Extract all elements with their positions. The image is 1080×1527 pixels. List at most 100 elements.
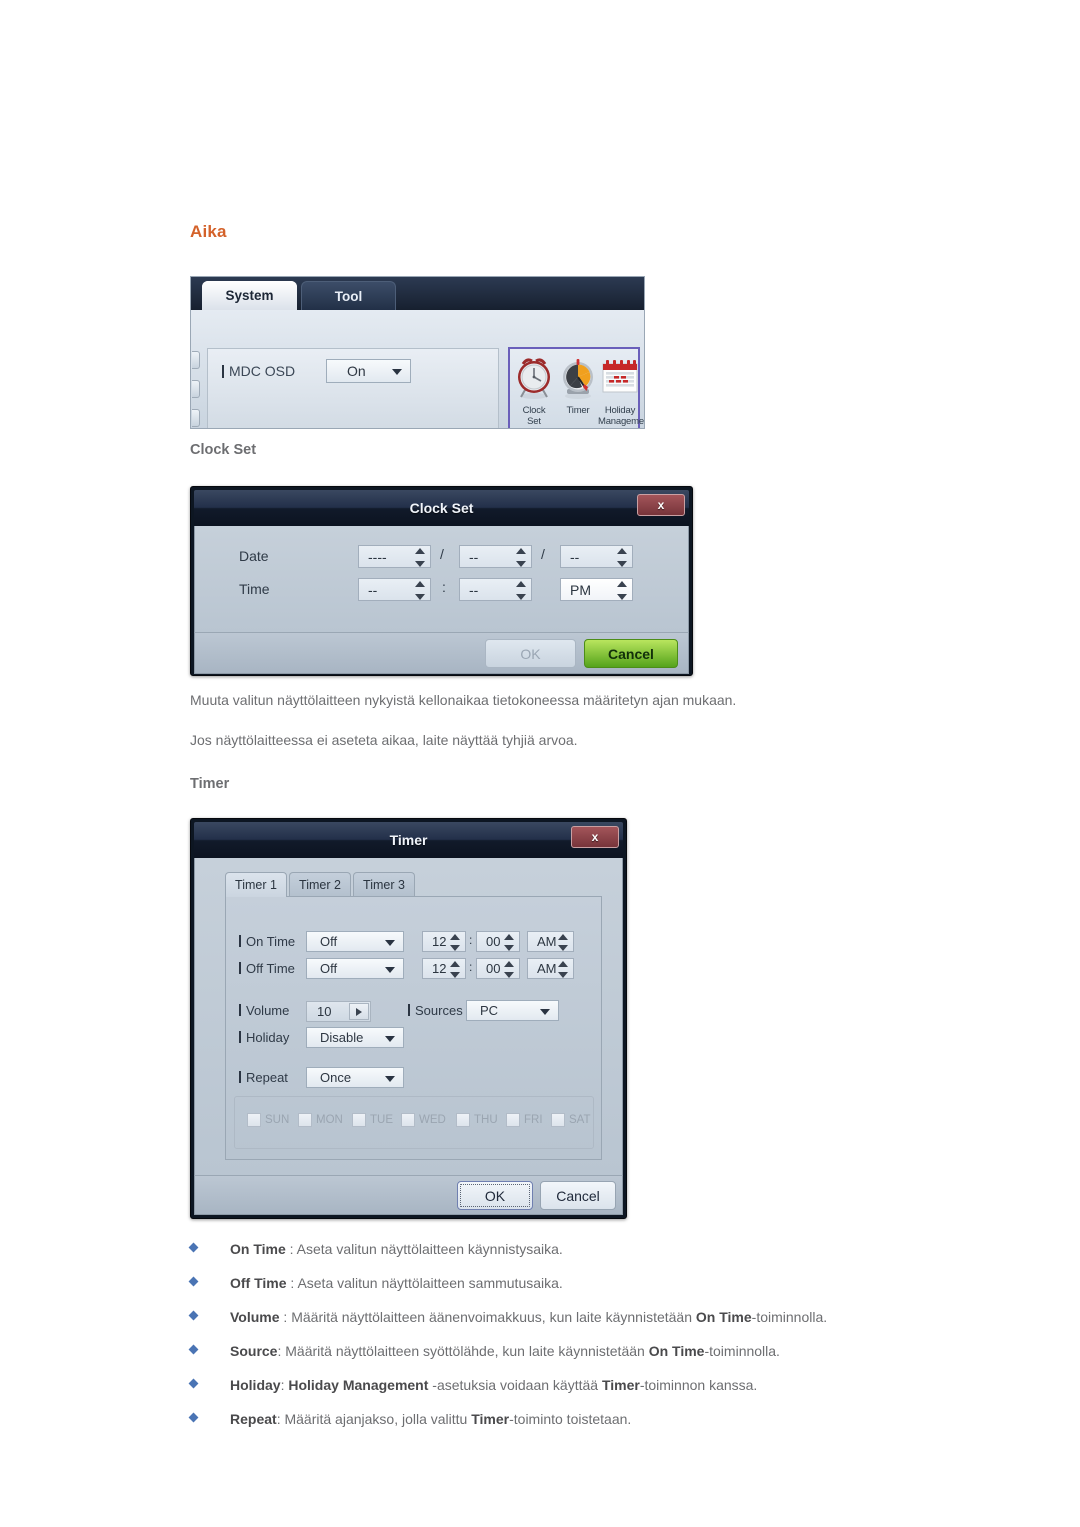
volume-value: 10 [317,1004,332,1019]
repeat-select[interactable]: Once [306,1067,404,1088]
close-icon[interactable]: x [637,494,685,516]
page-title: Aika [190,222,227,241]
on-time-label: On Time [239,934,295,949]
spinner-arrows-icon[interactable] [415,548,426,567]
sources-select[interactable]: PC [466,1000,559,1021]
spinner-arrows-icon[interactable] [504,934,515,951]
bullet-term: Off Time [230,1275,287,1291]
day-checkbox-sun[interactable]: SUN [247,1113,289,1127]
spinner-arrows-icon[interactable] [450,934,461,951]
chevron-down-icon [540,1008,550,1015]
off-time-mode-select[interactable]: Off [306,958,404,979]
clock-set-footer: OK Cancel [194,632,689,674]
time-minute-spinner[interactable]: -- [459,578,532,601]
on-time-minute-spinner[interactable]: 00 [476,931,520,952]
day-checkbox-fri[interactable]: FRI [506,1113,543,1127]
checkbox-icon[interactable] [298,1113,312,1127]
spinner-arrows-icon[interactable] [558,934,569,951]
clock-set-body: Date ---- / -- / -- Time -- : -- PM [194,526,689,632]
checkbox-icon[interactable] [456,1113,470,1127]
spinner-arrows-icon[interactable] [617,548,628,567]
bullet-sep: : [286,1275,298,1291]
close-icon[interactable]: x [571,826,619,848]
spinner-arrows-icon[interactable] [504,961,515,978]
holiday-management-icon [598,353,642,405]
on-time-separator: : [469,933,473,947]
checkbox-icon[interactable] [247,1113,261,1127]
volume-stepper[interactable]: 10 [306,1001,371,1022]
side-tab-stub-3[interactable] [192,409,200,427]
spinner-arrows-icon[interactable] [617,581,628,600]
checkbox-icon[interactable] [551,1113,565,1127]
timer-cancel-button[interactable]: Cancel [540,1181,616,1210]
checkbox-icon[interactable] [506,1113,520,1127]
tab-timer-2[interactable]: Timer 2 [289,872,351,897]
clock-set-title-text: Clock Set [409,500,474,516]
clock-set-button[interactable]: Clock Set [512,353,556,427]
on-time-mode-select[interactable]: Off [306,931,404,952]
timer-tab-pane: On Time Off 12 : 00 AM Off Time Off 12:… [225,896,602,1160]
repeat-days-group: SUN MON TUE WED THU FRI SAT [234,1096,594,1149]
off-time-meridiem-spinner[interactable]: AM [527,958,574,979]
timer-ok-button[interactable]: OK [457,1181,533,1210]
bullet-icon [188,1378,199,1389]
list-item: Source: Määritä näyttölaitteen syöttöläh… [188,1334,1010,1368]
time-meridiem-spinner[interactable]: PM [560,578,633,601]
spinner-arrows-icon[interactable] [415,581,426,600]
clock-set-cancel-button[interactable]: Cancel [584,639,678,668]
date-day-spinner[interactable]: -- [560,545,633,568]
repeat-value: Once [320,1070,352,1085]
day-checkbox-tue[interactable]: TUE [352,1113,393,1127]
spinner-arrows-icon[interactable] [516,581,527,600]
date-month-spinner[interactable]: -- [459,545,532,568]
heading-clock-set: Clock Set [190,442,257,458]
tab-timer-3[interactable]: Timer 3 [353,872,415,897]
off-time-minute-spinner[interactable]: 00 [476,958,520,979]
mdc-osd-label-text: MDC OSD [229,363,296,379]
tab-system[interactable]: System [202,281,297,310]
spinner-arrows-icon[interactable] [450,961,461,978]
list-item: Volume : Määritä näyttölaitteen äänenvoi… [188,1300,1010,1334]
side-tab-stub-2[interactable] [192,380,200,398]
label-tick-icon [408,1004,410,1016]
day-checkbox-thu[interactable]: THU [456,1113,498,1127]
date-year-value: ---- [368,548,387,565]
tab-timer-1[interactable]: Timer 1 [225,872,287,897]
checkbox-icon[interactable] [352,1113,366,1127]
day-checkbox-sat[interactable]: SAT [551,1113,591,1127]
on-time-hour-spinner[interactable]: 12 [422,931,466,952]
label-tick-icon [239,1071,241,1083]
timer-caption: Timer [566,405,590,416]
timer-field-descriptions: On Time : Aseta valitun näyttölaitteen k… [188,1232,1010,1436]
day-checkbox-mon[interactable]: MON [298,1113,343,1127]
bullet-icon [188,1412,199,1423]
time-meridiem-value: PM [570,581,591,598]
time-hour-spinner[interactable]: -- [358,578,431,601]
on-time-meridiem-spinner[interactable]: AM [527,931,574,952]
volume-increase-icon[interactable] [349,1003,369,1020]
date-year-spinner[interactable]: ---- [358,545,431,568]
bullet-text-end: -toiminnon kanssa. [639,1377,758,1393]
bullet-term: Source [230,1343,278,1359]
off-time-label: Off Time [239,961,295,976]
timer-button[interactable]: Timer [556,353,600,416]
mdc-osd-label: MDC OSD [222,363,295,379]
holiday-select[interactable]: Disable [306,1027,404,1048]
on-time-minute-value: 00 [486,934,501,949]
off-time-mode-value: Off [320,961,338,976]
bullet-term-2: On Time [648,1343,705,1359]
day-checkbox-wed[interactable]: WED [401,1113,446,1127]
clock-set-icon [512,353,556,405]
checkbox-icon[interactable] [401,1113,415,1127]
clock-set-dialog: Clock Set x Date ---- / -- / -- Time -- … [190,486,693,676]
tab-tool[interactable]: Tool [301,281,396,310]
off-time-hour-spinner[interactable]: 12 [422,958,466,979]
clock-set-ok-button[interactable]: OK [485,639,576,668]
holiday-management-button[interactable]: Holiday Management [598,353,644,427]
spinner-arrows-icon[interactable] [516,548,527,567]
mdc-osd-select[interactable]: On [326,359,411,383]
chevron-down-icon [385,966,395,973]
side-tab-stub-1[interactable] [192,351,200,369]
holiday-label: Holiday [239,1030,289,1045]
spinner-arrows-icon[interactable] [558,961,569,978]
